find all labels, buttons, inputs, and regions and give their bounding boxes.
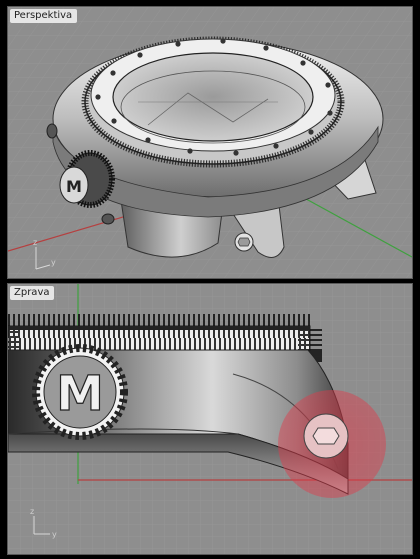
axis-label-y: y [51,258,56,267]
case-opening [112,52,314,142]
lug-screw-hex-icon [303,413,349,459]
axis-label-z: z [33,238,37,247]
perspective-canvas[interactable]: M z y [8,7,412,278]
viewport-title-perspective[interactable]: Perspektiva [10,9,78,23]
viewport-title-right[interactable]: Zprava [10,286,55,300]
crown-logo-large: M [56,366,104,422]
crown-gear-icon: M [32,344,128,440]
pusher-bottom [101,213,115,225]
rhino-window: Perspektiva M z y Zprava M z y [0,0,420,559]
pusher-top [46,123,58,139]
crown-logo: M [66,177,82,196]
right-canvas[interactable]: M z y [8,284,412,554]
right-viewport[interactable]: Zprava M z y [7,283,413,555]
axis-label-y-right: y [52,530,57,539]
axis-label-z-right: z [30,507,34,516]
perspective-viewport[interactable]: Perspektiva M z y [7,6,413,279]
